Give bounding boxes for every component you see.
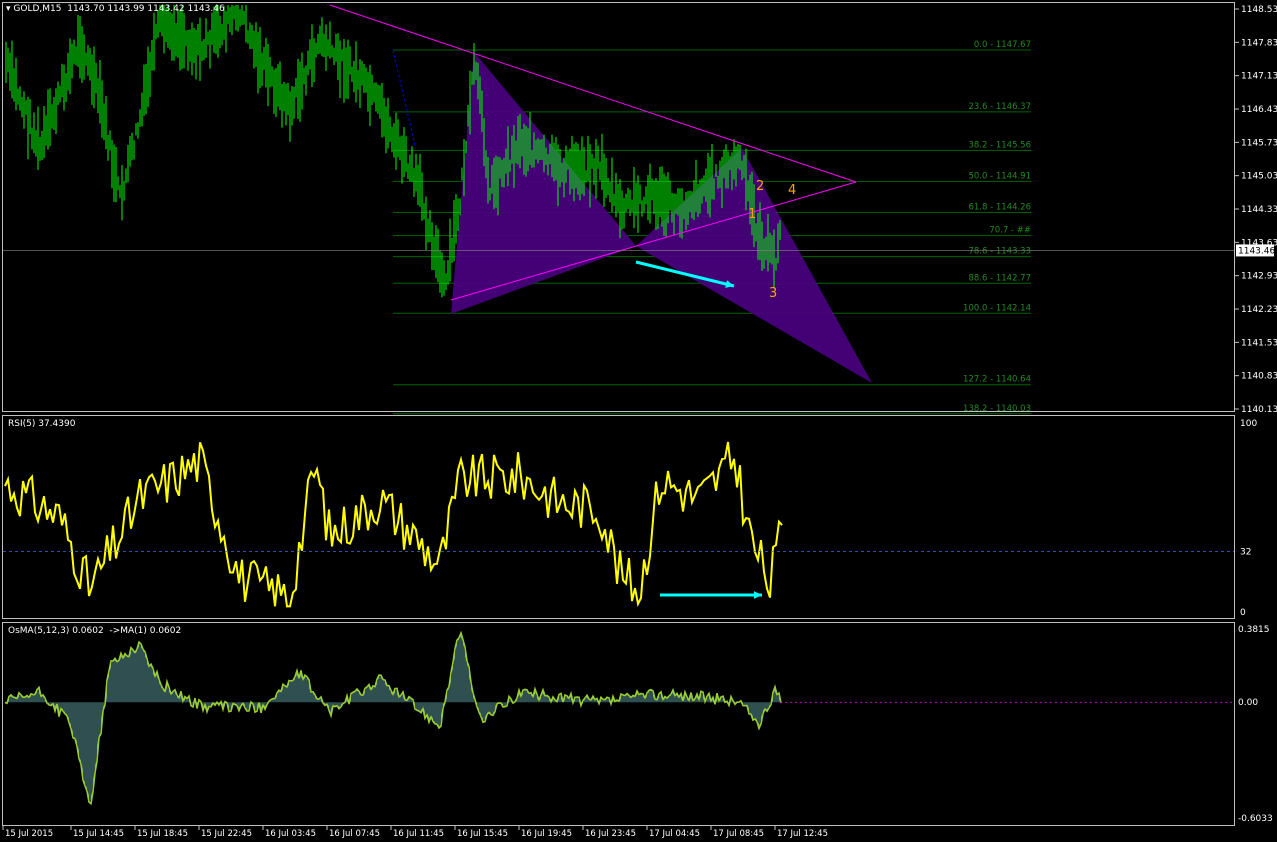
rsi-title: RSI(5) 37.4390 (8, 419, 76, 429)
fib-level-label: 88.6 - 1142.77 (968, 273, 1031, 283)
price-tick-label: 1140.83 (1241, 372, 1277, 382)
fib-level-label: 50.0 - 1144.91 (968, 171, 1031, 181)
time-tick-label: 17 Jul 04:45 (649, 829, 700, 838)
price-tick-label: 1141.53 (1241, 338, 1277, 348)
price-tick-label: 1147.13 (1241, 72, 1277, 82)
time-tick-label: 16 Jul 15:45 (457, 829, 508, 838)
time-tick-label: 16 Jul 07:45 (329, 829, 380, 838)
time-tick-label: 15 Jul 22:45 (201, 829, 252, 838)
fib-level-label: 138.2 - 1140.03 (963, 404, 1031, 414)
symbol-label: GOLD,M15 (13, 4, 62, 14)
current-price-tag-label: 1143.46 (1238, 246, 1275, 256)
price-tick-label: 1146.43 (1241, 105, 1277, 115)
wave-label-3: 3 (769, 286, 777, 301)
time-tick-label: 17 Jul 12:45 (777, 829, 828, 838)
ohlc-label: 1143.70 1143.99 1143.42 1143.46 (67, 4, 225, 14)
time-tick-label: 16 Jul 03:45 (265, 829, 316, 838)
fib-level-label: 127.2 - 1140.64 (963, 375, 1031, 385)
price-tick-label: 1147.83 (1241, 38, 1277, 48)
fib-level-label: 0.0 - 1147.67 (974, 40, 1031, 50)
chart-window[interactable]: 0.0 - 1147.67 23.6 - 1146.37 38.2 - 1145.5… (0, 0, 1277, 839)
price-tick-label: 1145.03 (1241, 172, 1277, 182)
fib-level-label: 70.7 - ## (989, 226, 1031, 236)
rsi-tick-label: 0 (1240, 608, 1246, 618)
time-tick-label: 15 Jul 14:45 (73, 829, 124, 838)
osma-tick-label: 0.00 (1238, 698, 1258, 708)
wave-label-4: 4 (788, 183, 796, 198)
osma-tick-label: 0.3815 (1238, 625, 1270, 635)
price-tick-label: 1145.73 (1241, 138, 1277, 148)
osma-tick-label: -0.6033 (1238, 814, 1273, 824)
time-tick-label: 16 Jul 23:45 (585, 829, 636, 838)
symbol-header[interactable]: ▾ GOLD,M15 1143.70 1143.99 1143.42 1143.… (6, 4, 225, 14)
rsi-tick-label: 100 (1240, 419, 1257, 429)
time-tick-label: 15 Jul 2015 (5, 829, 53, 838)
fib-level-label: 23.6 - 1146.37 (968, 102, 1031, 112)
time-tick-label: 15 Jul 18:45 (137, 829, 188, 838)
time-tick-label: 17 Jul 08:45 (713, 829, 764, 838)
price-tick-label: 1142.93 (1241, 272, 1277, 282)
fib-level-label: 100.0 - 1142.14 (963, 303, 1031, 313)
osma-title: OsMA(5,12,3) 0.0602 ->MA(1) 0.0602 (8, 626, 182, 636)
wave-label-1: 1 (748, 207, 756, 222)
price-tick-label: 1144.33 (1241, 205, 1277, 215)
time-tick-label: 16 Jul 19:45 (521, 829, 572, 838)
fib-level-label: 38.2 - 1145.56 (968, 140, 1031, 150)
fib-level-label: 78.6 - 1143.33 (968, 247, 1031, 257)
price-tick-label: 1140.13 (1241, 405, 1277, 415)
rsi-tick-label: 32 (1240, 548, 1251, 558)
price-tick-label: 1148.53 (1241, 5, 1277, 15)
price-tick-label: 1142.23 (1241, 305, 1277, 315)
time-tick-label: 16 Jul 11:45 (393, 829, 444, 838)
fib-level-label: 61.8 - 1144.26 (968, 202, 1031, 212)
chart-canvas[interactable]: 0.0 - 1147.67 23.6 - 1146.37 38.2 - 1145.5… (0, 0, 1277, 839)
dropdown-arrow-icon[interactable]: ▾ (6, 4, 11, 14)
wave-label-2: 2 (756, 179, 764, 194)
